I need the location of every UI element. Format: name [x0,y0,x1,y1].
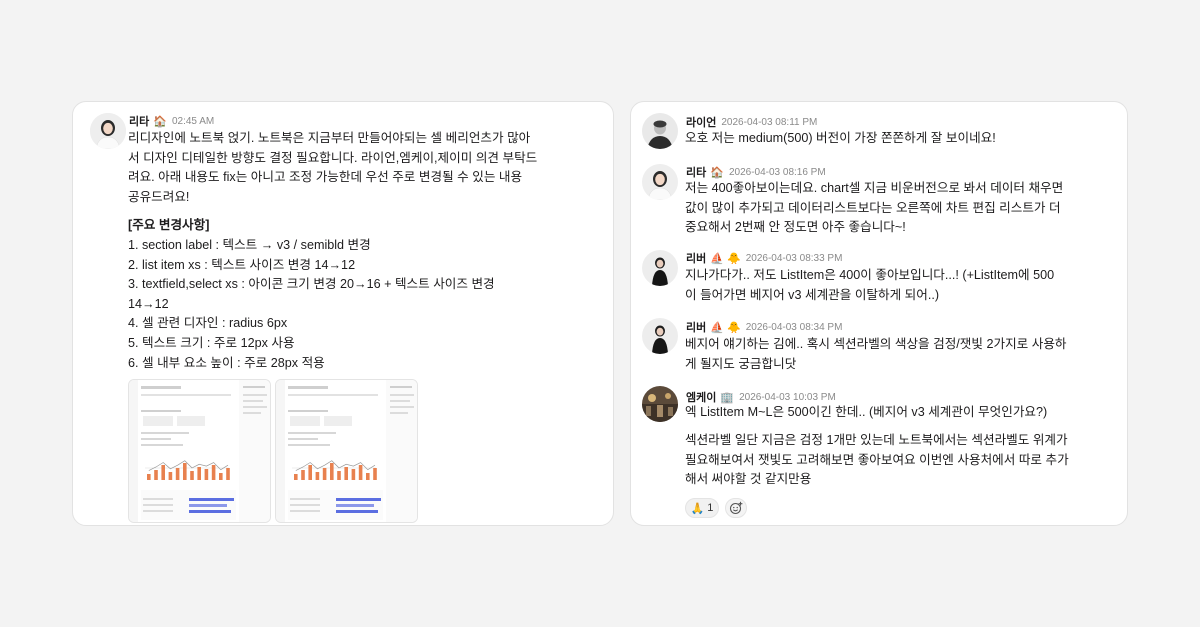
message-line: 서 디자인 디테일한 방향도 결정 필요합니다. 라이언,엠케이,제이미 의견 … [128,150,538,165]
pray-emoji-icon: 🙏 [690,502,705,515]
status-emoji: 🏠 [153,115,167,128]
thumbnail-line [148,460,229,471]
status-emoji: 🏠 [710,166,724,179]
author-name[interactable]: 리버 [686,319,706,335]
thumbnail-bar [154,470,158,480]
message-time[interactable]: 2026-04-03 10:03 PM [739,392,836,403]
change-item: 3. textfield,select xs : 아이콘 크기 변경 20→16… [128,277,495,292]
message-body: 지나가다가.. 저도 ListItem은 400이 좋아보입니다...! (+L… [685,266,1054,305]
thumbnail-bar [204,469,209,480]
message-time[interactable]: 2026-04-03 08:34 PM [746,322,843,333]
left-message-card: 리타 🏠 02:45 AM 리디자인에 노트북 얹기. 노트북은 지금부터 만들… [72,101,614,526]
message-time[interactable]: 02:45 AM [172,116,214,127]
thumbnail-bar [190,471,194,480]
message-rita: 리타 🏠 02:45 AM 리디자인에 노트북 얹기. 노트북은 지금부터 만들… [73,102,613,525]
author-name[interactable]: 리버 [686,250,706,266]
thumbnail-bar [358,465,363,480]
thumbnail-chart [147,460,230,480]
thumbnail-line [295,460,376,471]
thumbnail-bar [226,468,230,480]
message-line: 공유드려요! [128,189,190,204]
message-body: 오호 저는 medium(500) 버전이 가장 쫀쫀하게 잘 보이네요! [685,129,996,149]
avatar-river[interactable] [642,318,678,354]
thumbnail-bar [211,465,216,480]
message-line: 리디자인에 노트북 얹기. 노트북은 지금부터 만들어야되는 셀 베리언츠가 많… [128,131,531,145]
avatar-rita[interactable] [90,113,126,149]
avatar-river[interactable] [642,250,678,286]
change-item: 1. section label : 텍스트 → v3 / semibld 변경 [128,237,371,252]
message-line: 베지어 얘기하는 김에.. 혹시 섹션라벨의 색상을 검정/잿빛 2가지로 사용… [685,337,1067,351]
status-emoji: ⛵ 🐥 [710,321,741,334]
message-followup: 섹션라벨 일단 지금은 검정 1개만 있는데 노트북에서는 섹션라벨도 위계가 … [685,431,1069,490]
author-name[interactable]: 리타 [129,113,149,129]
change-item: 6. 셀 내부 요소 높이 : 주로 28px 적용 [128,355,325,370]
thumbnail-bar [168,472,173,480]
message-line: 려요. 아래 내용도 fix는 아니고 조정 가능한데 우선 주로 변경될 수 … [128,170,523,185]
author-name[interactable]: 리타 [686,164,706,180]
message-line: 필요해보여서 잿빛도 고려해보면 좋아보여요 이번엔 사용처에서 따로 추가 [685,452,1069,467]
message-time[interactable]: 2026-04-03 08:16 PM [729,167,826,178]
thumbnail-bar [344,467,348,480]
message-time[interactable]: 2026-04-03 08:11 PM [721,117,817,128]
message-time[interactable]: 2026-04-03 08:33 PM [746,253,843,264]
avatar-rita[interactable] [642,164,678,200]
add-reaction-icon [729,501,743,515]
changes-title: [주요 변경사항] [128,218,210,233]
thumbnail-bar [197,467,201,480]
thumbnail-bar [366,473,370,480]
message-line: 게 될지도 궁금합니닷 [685,356,797,371]
change-item: 5. 텍스트 크기 : 주로 12px 사용 [128,335,295,350]
thumbnail-bar [175,468,180,480]
thumbnail-bar [147,474,151,480]
message-body: 저는 400좋아보이는데요. chart셀 지금 비운버전으로 봐서 데이터 채… [685,179,1063,238]
change-item: 14→12 [128,296,169,311]
message-body: 베지어 얘기하는 김에.. 혹시 섹션라벨의 색상을 검정/잿빛 2가지로 사용… [685,335,1067,374]
reaction-pray[interactable]: 🙏 1 [685,498,719,518]
thumbnail-bar [308,465,312,480]
thumbnail-bar [301,470,305,480]
thumbnail-bar [330,463,334,480]
change-item: 4. 셀 관련 디자인 : radius 6px [128,316,288,331]
message-line: 중요해서 2번째 안 정도면 아주 좋습니다~! [685,220,906,235]
author-name[interactable]: 라이언 [686,114,716,130]
status-emoji: 🏢 [720,391,735,404]
message-line: 섹션라벨 일단 지금은 검정 1개만 있는데 노트북에서는 섹션라벨도 위계가 [685,433,1068,447]
attachment-thumbnail-1[interactable] [128,379,271,523]
message-line: 해서 써야할 것 같지만용 [685,472,812,487]
change-item: 2. list item xs : 텍스트 사이즈 변경 14→12 [128,257,356,272]
thumbnail-bar [294,474,298,480]
right-thread-card: 라이언 2026-04-03 08:11 PM 오호 저는 medium(500… [630,101,1128,526]
thumbnail-bar [183,463,187,480]
message-line: 이 들어가면 베지어 v3 세계관을 이탈하게 되어..) [685,287,940,302]
add-reaction-button[interactable] [725,498,747,518]
attachment-thumbnail-2[interactable] [275,379,418,523]
thumbnail-bar [373,468,377,480]
message-line: 값이 많이 추가되고 데이터리스트보다는 오른쪽에 차트 편집 리스트가 더 [685,200,1061,215]
thumbnail-bar [161,465,165,480]
message-body: 리디자인에 노트북 얹기. 노트북은 지금부터 만들어야되는 셀 베리언츠가 많… [128,129,537,373]
thumbnail-chart [294,460,377,480]
thumbnail-bar [219,473,223,480]
thumbnail-bar [315,472,320,480]
thumbnail-bar [337,471,341,480]
thumbnail-bar [351,469,356,480]
reaction-count: 1 [707,502,714,514]
message-line: 저는 400좋아보이는데요. chart셀 지금 비운버전으로 봐서 데이터 채… [685,181,1064,195]
avatar-ryan[interactable] [642,113,678,149]
thumbnail-bar [322,468,327,480]
status-emoji: ⛵ 🐥 [710,252,741,265]
avatar-mk[interactable] [642,386,678,422]
message-line: 오호 저는 medium(500) 버전이 가장 쫀쫀하게 잘 보이네요! [685,131,996,145]
message-line: 지나가다가.. 저도 ListItem은 400이 좋아보입니다...! (+L… [685,268,1055,282]
message-body: 엑 ListItem M~L은 500이긴 한데.. (베지어 v3 세계관이 … [685,403,1047,423]
message-line: 엑 ListItem M~L은 500이긴 한데.. (베지어 v3 세계관이 … [685,405,1048,419]
